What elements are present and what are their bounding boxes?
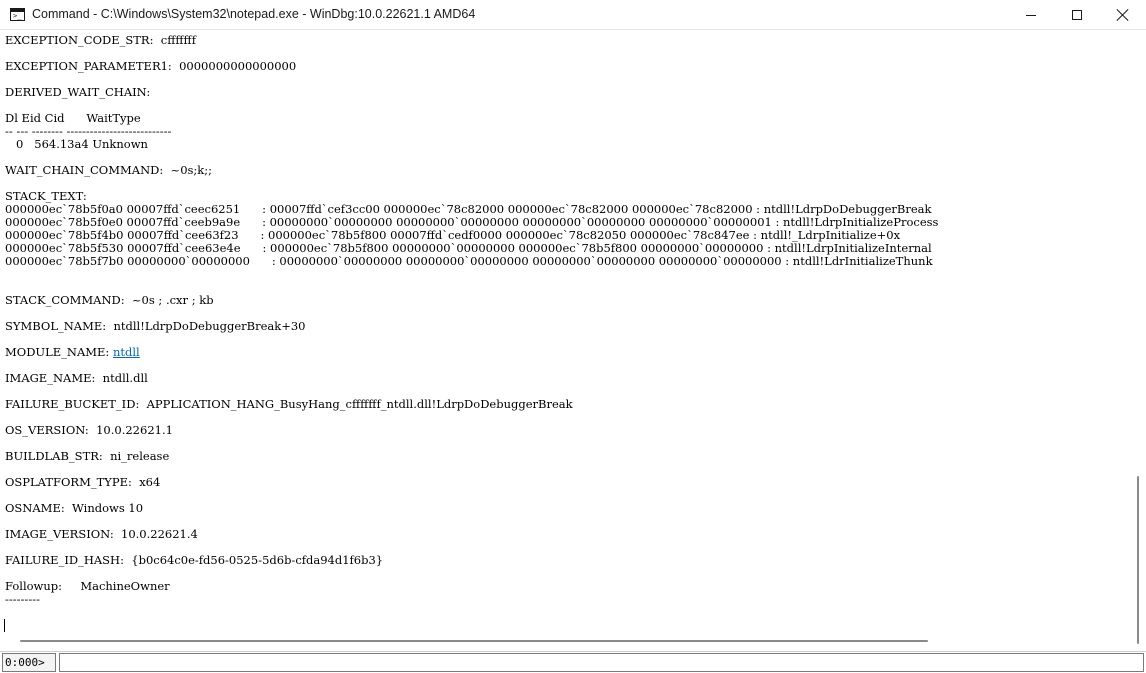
module-name-link[interactable]: ntdll: [113, 345, 140, 359]
window-title: Command - C:\Windows\System32\notepad.ex…: [32, 7, 476, 21]
output-line: FAILURE_ID_HASH: {b0c64c0e-fd56-0525-5d6…: [5, 553, 384, 567]
title-bar: >_ Command - C:\Windows\System32\notepad…: [0, 0, 1146, 30]
close-button[interactable]: [1100, 0, 1146, 30]
horizontal-scroll-thumb[interactable]: [20, 640, 928, 642]
minimize-icon: [1026, 14, 1036, 16]
output-line: 0 564.13a4 Unknown: [5, 137, 148, 151]
output-line: OS_VERSION: 10.0.22621.1: [5, 423, 173, 437]
vertical-scrollbar[interactable]: [1133, 30, 1146, 644]
output-line: OSNAME: Windows 10: [5, 501, 144, 515]
module-name-label: MODULE_NAME:: [5, 345, 113, 359]
output-line: EXCEPTION_PARAMETER1: 0000000000000000: [5, 59, 297, 73]
command-output[interactable]: EXCEPTION_CODE_STR: cfffffff EXCEPTION_P…: [0, 30, 1133, 632]
output-line: BUILDLAB_STR: ni_release: [5, 449, 170, 463]
output-line: IMAGE_VERSION: 10.0.22621.4: [5, 527, 198, 541]
close-icon: [1117, 9, 1129, 21]
maximize-button[interactable]: [1054, 0, 1100, 30]
output-line: STACK_COMMAND: ~0s ; .cxr ; kb: [5, 293, 214, 307]
command-prompt: 0:000>: [2, 653, 56, 672]
output-line: OSPLATFORM_TYPE: x64: [5, 475, 161, 489]
output-line: DERIVED_WAIT_CHAIN:: [5, 85, 151, 99]
command-input[interactable]: [59, 653, 1144, 672]
console-icon-glyph: >_: [13, 12, 22, 20]
console-icon: >_: [10, 8, 25, 21]
command-bar: 0:000>: [0, 651, 1146, 673]
output-line: IMAGE_NAME: ntdll.dll: [5, 371, 148, 385]
output-line: FAILURE_BUCKET_ID: APPLICATION_HANG_Busy…: [5, 397, 573, 411]
module-name-line: MODULE_NAME: ntdll: [5, 346, 140, 359]
maximize-icon: [1072, 10, 1082, 20]
horizontal-scrollbar[interactable]: [0, 632, 1133, 649]
output-line: ---------: [5, 592, 40, 606]
minimize-button[interactable]: [1008, 0, 1054, 30]
output-line: WAIT_CHAIN_COMMAND: ~0s;k;;: [5, 163, 212, 177]
text-caret: [4, 619, 5, 632]
vertical-scroll-thumb[interactable]: [1137, 476, 1139, 644]
output-line: SYMBOL_NAME: ntdll!LdrpDoDebuggerBreak+3…: [5, 319, 306, 333]
stack-frame-line: 000000ec`78b5f7b0 00000000`00000000 : 00…: [5, 254, 933, 268]
output-line: EXCEPTION_CODE_STR: cfffffff: [5, 33, 196, 47]
